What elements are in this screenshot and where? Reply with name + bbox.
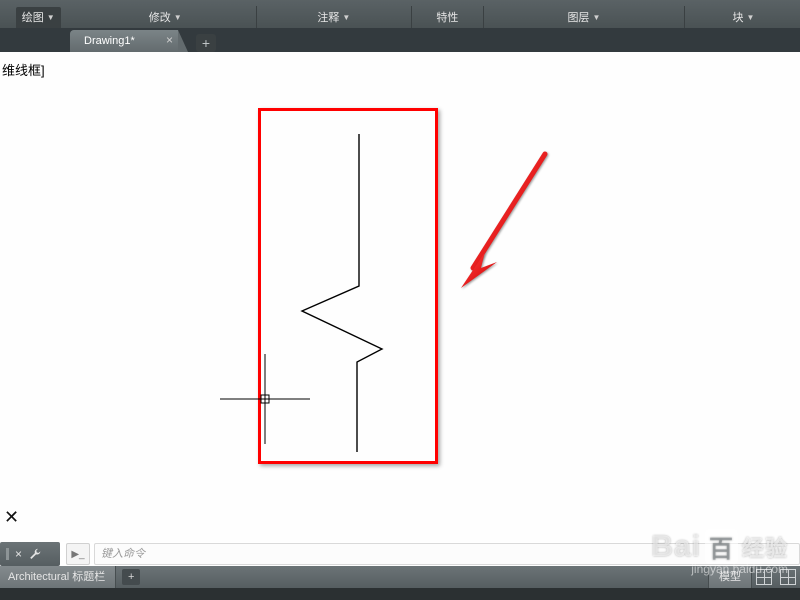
viewport-label: 维线框] xyxy=(2,60,45,79)
status-bar xyxy=(0,588,800,600)
ribbon-separator xyxy=(256,6,257,28)
ribbon-panel-label: 图层 xyxy=(567,9,589,25)
ribbon-separator xyxy=(684,6,685,28)
ribbon-panel-label: 绘图 xyxy=(22,9,44,25)
grip-icon xyxy=(6,548,9,560)
ribbon-panel-props[interactable]: 特性 xyxy=(414,0,481,28)
ribbon-panel-label: 修改 xyxy=(149,9,171,25)
chevron-down-icon: ▼ xyxy=(342,13,350,22)
ribbon-panel-block[interactable]: 块▼ xyxy=(687,0,800,28)
drawing-canvas[interactable]: 维线框] ✕ xyxy=(0,52,800,542)
model-tab[interactable]: 模型 xyxy=(708,566,752,588)
close-icon[interactable]: × xyxy=(15,547,22,561)
add-layout-button[interactable]: + xyxy=(122,569,140,585)
ribbon: 绘图▼ 修改▼ 注释▼ 特性 图层▼ 块▼ xyxy=(0,0,800,28)
ribbon-panel-label: 特性 xyxy=(436,9,458,25)
grid-icon[interactable] xyxy=(780,569,796,585)
ribbon-panel-draw[interactable]: 绘图▼ xyxy=(0,0,76,28)
document-tabstrip: Drawing1* × + xyxy=(0,28,800,52)
layout-tab[interactable]: Architectural 标题栏 xyxy=(0,566,116,588)
chevron-down-icon: ▼ xyxy=(592,13,600,22)
command-line: × ▶_ 键入命令 xyxy=(0,542,800,566)
close-panel-x[interactable]: ✕ xyxy=(4,507,19,528)
close-icon[interactable]: × xyxy=(163,34,176,47)
command-history-button[interactable]: ▶_ xyxy=(66,543,90,565)
chevron-down-icon: ▼ xyxy=(174,13,182,22)
ribbon-separator xyxy=(411,6,412,28)
ribbon-panel-modify[interactable]: 修改▼ xyxy=(76,0,254,28)
ribbon-panel-annotate[interactable]: 注释▼ xyxy=(259,0,409,28)
command-input[interactable]: 键入命令 xyxy=(94,543,800,565)
layout-tabstrip: Architectural 标题栏 + 模型 xyxy=(0,566,800,588)
chevron-down-icon: ▼ xyxy=(47,13,55,22)
ribbon-panel-label: 注释 xyxy=(317,9,339,25)
document-tab-title: Drawing1* xyxy=(84,35,135,47)
new-tab-button[interactable]: + xyxy=(196,34,216,52)
ribbon-panel-layer[interactable]: 图层▼ xyxy=(486,0,682,28)
ribbon-separator xyxy=(483,6,484,28)
cursor-crosshair xyxy=(220,354,310,444)
wrench-icon[interactable] xyxy=(28,547,42,561)
command-handle[interactable]: × xyxy=(0,542,60,566)
chevron-down-icon: ▼ xyxy=(746,13,754,22)
grid-icon[interactable] xyxy=(756,569,772,585)
ribbon-panel-label: 块 xyxy=(732,9,743,25)
document-tab[interactable]: Drawing1* × xyxy=(70,30,178,52)
annotation-arrow xyxy=(455,148,555,308)
